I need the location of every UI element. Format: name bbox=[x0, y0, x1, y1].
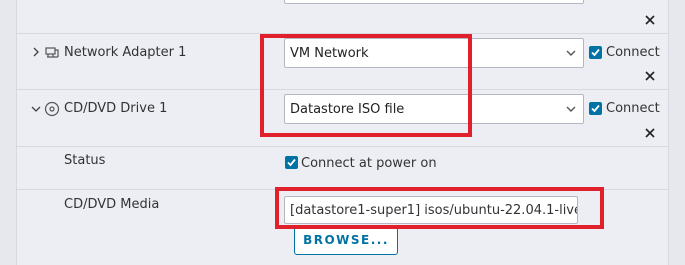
network-connect-checkbox[interactable] bbox=[589, 46, 602, 59]
chevron-down-icon bbox=[566, 106, 576, 112]
connect-at-power-on-checkbox[interactable] bbox=[285, 156, 298, 169]
chevron-down-icon bbox=[566, 50, 576, 56]
connect-at-power-on-label: Connect at power on bbox=[301, 156, 437, 171]
network-select-value: VM Network bbox=[290, 46, 369, 61]
cd-dvd-drive-label: CD/DVD Drive 1 bbox=[64, 101, 168, 116]
cd-disc-icon bbox=[44, 101, 60, 117]
network-adapter-icon bbox=[45, 47, 59, 58]
status-label: Status bbox=[64, 153, 106, 168]
network-select[interactable]: VM Network bbox=[284, 38, 584, 68]
expand-chevron-down-icon[interactable] bbox=[31, 104, 41, 114]
checkmark-icon bbox=[591, 48, 600, 57]
cd-dvd-media-path-value: [datastore1-super1] isos/ubuntu-22.04.1-… bbox=[290, 203, 577, 218]
previous-device-select[interactable] bbox=[284, 0, 584, 4]
row-divider bbox=[16, 146, 669, 147]
cd-dvd-source-value: Datastore ISO file bbox=[290, 102, 405, 117]
network-adapter-label: Network Adapter 1 bbox=[64, 45, 187, 60]
cd-dvd-source-select[interactable]: Datastore ISO file bbox=[284, 94, 584, 124]
vm-hardware-settings: Network Adapter 1 VM Network Connect CD/… bbox=[0, 0, 685, 265]
right-pane bbox=[669, 0, 685, 265]
row-divider bbox=[16, 33, 669, 34]
left-pane bbox=[0, 0, 16, 265]
cd-dvd-media-path-input[interactable]: [datastore1-super1] isos/ubuntu-22.04.1-… bbox=[284, 196, 578, 224]
cd-dvd-connect-label: Connect bbox=[606, 101, 660, 116]
row-divider bbox=[16, 89, 669, 90]
checkmark-icon bbox=[591, 104, 600, 113]
expand-chevron-right-icon[interactable] bbox=[31, 47, 41, 57]
cd-dvd-connect-checkbox[interactable] bbox=[589, 102, 602, 115]
row-divider bbox=[16, 189, 669, 190]
checkmark-icon bbox=[287, 158, 296, 167]
cd-dvd-media-label: CD/DVD Media bbox=[64, 197, 160, 212]
browse-button[interactable]: BROWSE... bbox=[294, 225, 398, 255]
remove-cd-dvd-drive-icon[interactable] bbox=[645, 128, 655, 138]
remove-network-adapter-icon[interactable] bbox=[645, 71, 655, 81]
remove-previous-device-icon[interactable] bbox=[645, 15, 655, 25]
network-connect-label: Connect bbox=[606, 45, 660, 60]
